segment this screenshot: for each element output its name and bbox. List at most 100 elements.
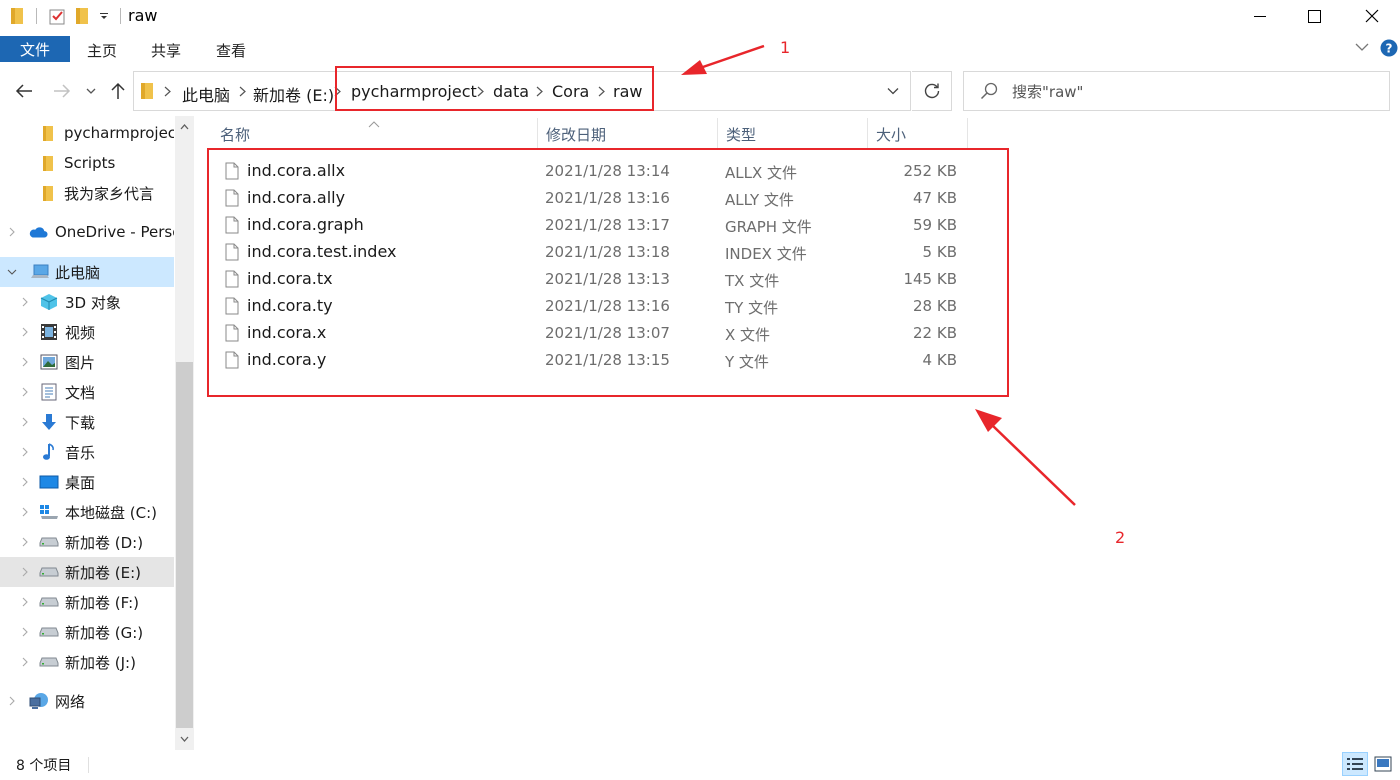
column-header-name[interactable]: 名称 xyxy=(212,118,538,148)
nav-item-downloads[interactable]: 下载 xyxy=(0,407,174,437)
this-pc-icon xyxy=(30,262,50,282)
search-icon xyxy=(980,82,998,104)
up-button[interactable] xyxy=(107,80,129,102)
forward-arrow-icon xyxy=(54,84,71,98)
folder-icon xyxy=(38,183,58,203)
column-header-date[interactable]: 修改日期 xyxy=(538,118,718,148)
ribbon-tabs: 文件 主页 共享 查看 ? xyxy=(0,36,1400,64)
drive-icon xyxy=(39,592,59,612)
search-input[interactable] xyxy=(1012,81,1372,103)
breadcrumb-drive-e[interactable]: 新加卷 (E:) xyxy=(253,82,334,106)
refresh-icon xyxy=(924,83,939,99)
nav-item-onedrive[interactable]: OneDrive - Personal xyxy=(0,217,174,247)
nav-item-drive-c[interactable]: 本地磁盘 (C:) xyxy=(0,497,174,527)
nav-item-videos[interactable]: 视频 xyxy=(0,317,174,347)
drive-icon xyxy=(39,562,59,582)
chevron-right-icon[interactable] xyxy=(20,506,30,518)
large-icons-view-button[interactable] xyxy=(1370,752,1396,776)
nav-item-network[interactable]: 网络 xyxy=(0,686,174,716)
system-drive-icon xyxy=(39,502,59,522)
folder-icon xyxy=(8,6,26,26)
refresh-button[interactable] xyxy=(912,71,952,111)
scroll-thumb[interactable] xyxy=(176,362,193,728)
nav-item-drive-j[interactable]: 新加卷 (J:) xyxy=(0,647,174,677)
nav-item-hometown-folder[interactable]: 我为家乡代言 xyxy=(0,178,174,208)
scroll-up-icon[interactable] xyxy=(175,120,194,134)
chevron-right-icon[interactable] xyxy=(7,226,17,238)
nav-item-drive-g[interactable]: 新加卷 (G:) xyxy=(0,617,174,647)
up-arrow-icon xyxy=(111,82,125,99)
annotation-label-1: 1 xyxy=(780,38,791,57)
nav-item-3d-objects[interactable]: 3D 对象 xyxy=(0,287,174,317)
chevron-right-icon[interactable] xyxy=(20,476,30,488)
scroll-down-icon[interactable] xyxy=(175,732,194,746)
column-header-type[interactable]: 类型 xyxy=(718,118,868,148)
chevron-right-icon[interactable] xyxy=(20,356,30,368)
nav-item-drive-e[interactable]: 新加卷 (E:) xyxy=(0,557,174,587)
nav-item-music[interactable]: 音乐 xyxy=(0,437,174,467)
nav-item-pycharmproject[interactable]: pycharmproject xyxy=(0,118,174,148)
chevron-right-icon[interactable] xyxy=(20,296,30,308)
chevron-right-icon[interactable] xyxy=(161,84,173,98)
close-button[interactable] xyxy=(1344,0,1400,32)
nav-item-drive-d[interactable]: 新加卷 (D:) xyxy=(0,527,174,557)
folder-icon xyxy=(140,82,154,104)
tab-view[interactable]: 查看 xyxy=(216,40,246,61)
nav-item-documents[interactable]: 文档 xyxy=(0,377,174,407)
chevron-right-icon[interactable] xyxy=(20,416,30,428)
chevron-right-icon[interactable] xyxy=(7,695,17,707)
pictures-icon xyxy=(39,352,59,372)
tab-share[interactable]: 共享 xyxy=(151,40,181,61)
maximize-icon xyxy=(1307,9,1321,23)
documents-icon xyxy=(39,382,59,402)
navigation-scrollbar[interactable] xyxy=(175,116,194,750)
network-icon xyxy=(29,691,49,711)
chevron-right-icon[interactable] xyxy=(20,386,30,398)
forward-button[interactable] xyxy=(51,80,73,102)
chevron-right-icon[interactable] xyxy=(20,566,30,578)
back-button[interactable] xyxy=(13,80,35,102)
help-icon[interactable]: ? xyxy=(1380,39,1398,57)
close-icon xyxy=(1365,9,1379,23)
window-title: raw xyxy=(128,6,158,25)
music-icon xyxy=(39,442,59,462)
expand-ribbon-icon[interactable] xyxy=(1354,39,1370,55)
chevron-right-icon[interactable] xyxy=(236,84,248,98)
tab-file[interactable]: 文件 xyxy=(0,36,70,62)
annotation-box-address xyxy=(335,66,654,111)
folder-icon xyxy=(38,153,58,173)
navigation-pane: pycharmproject Scripts 我为家乡代言 OneDrive -… xyxy=(0,116,174,750)
address-history-button[interactable] xyxy=(876,72,910,110)
nav-item-scripts[interactable]: Scripts xyxy=(0,148,174,178)
minimize-icon xyxy=(1254,16,1266,17)
chevron-right-icon[interactable] xyxy=(20,626,30,638)
chevron-down-icon[interactable] xyxy=(7,266,17,278)
breadcrumb-this-pc[interactable]: 此电脑 xyxy=(182,82,230,106)
search-box[interactable] xyxy=(963,71,1390,111)
drive-icon xyxy=(39,622,59,642)
column-header-size[interactable]: 大小 xyxy=(868,118,968,148)
nav-item-desktop[interactable]: 桌面 xyxy=(0,467,174,497)
chevron-right-icon[interactable] xyxy=(20,446,30,458)
customize-toolbar-icon[interactable] xyxy=(96,6,112,26)
drive-icon xyxy=(39,532,59,552)
recent-locations-button[interactable] xyxy=(83,80,99,102)
onedrive-cloud-icon xyxy=(28,222,48,242)
download-icon xyxy=(39,412,59,432)
chevron-right-icon[interactable] xyxy=(20,536,30,548)
nav-item-pictures[interactable]: 图片 xyxy=(0,347,174,377)
3d-objects-icon xyxy=(39,292,59,312)
properties-icon[interactable] xyxy=(47,6,67,26)
back-arrow-icon xyxy=(15,84,32,98)
title-bar: raw xyxy=(0,0,1400,34)
chevron-right-icon[interactable] xyxy=(20,656,30,668)
nav-item-drive-f[interactable]: 新加卷 (F:) xyxy=(0,587,174,617)
new-folder-icon[interactable] xyxy=(73,6,91,26)
minimize-button[interactable] xyxy=(1232,0,1288,32)
chevron-right-icon[interactable] xyxy=(20,596,30,608)
tab-home[interactable]: 主页 xyxy=(87,40,117,61)
details-view-button[interactable] xyxy=(1342,752,1368,776)
chevron-right-icon[interactable] xyxy=(20,326,30,338)
nav-item-this-pc[interactable]: 此电脑 xyxy=(0,257,174,287)
maximize-button[interactable] xyxy=(1286,0,1342,32)
